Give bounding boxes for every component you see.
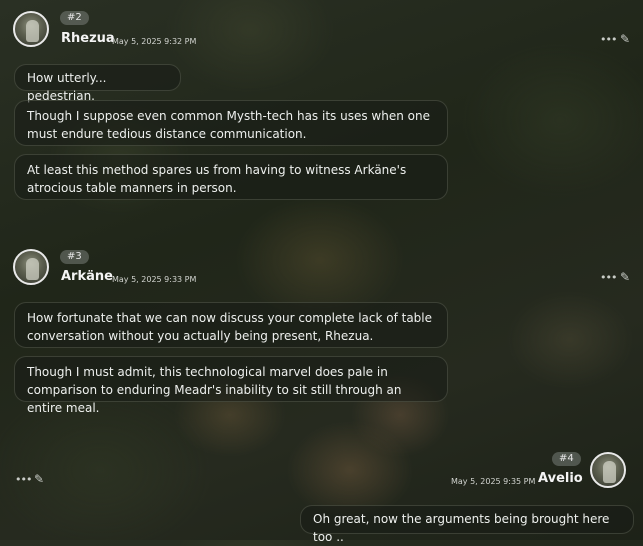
author-name[interactable]: Arkäne — [61, 269, 113, 284]
message-timestamp: May 5, 2025 9:33 PM — [112, 275, 197, 284]
message-timestamp: May 5, 2025 9:35 PM — [451, 477, 536, 486]
message-number-badge: #2 — [60, 11, 89, 25]
more-options-icon[interactable]: ••• — [600, 34, 617, 46]
avatar-avelio[interactable] — [590, 452, 626, 488]
author-name[interactable]: Rhezua — [61, 31, 115, 46]
message-bubble: At least this method spares us from havi… — [14, 154, 448, 200]
pencil-icon[interactable]: ✎ — [620, 271, 630, 283]
message-number-badge: #3 — [60, 250, 89, 264]
message-bubble: Though I must admit, this technological … — [14, 356, 448, 415]
pencil-icon[interactable]: ✎ — [34, 473, 44, 485]
more-options-icon[interactable]: ••• — [15, 474, 32, 486]
message-bubble: Though I suppose even common Mysth-tech … — [14, 100, 448, 146]
message-timestamp: May 5, 2025 9:32 PM — [112, 37, 197, 46]
message-bubble: How utterly... pedestrian. — [14, 64, 181, 103]
pencil-icon[interactable]: ✎ — [620, 33, 630, 45]
more-options-icon[interactable]: ••• — [600, 272, 617, 284]
message-bubble: How fortunate that we can now discuss yo… — [14, 302, 448, 348]
message-number-badge: #4 — [552, 452, 581, 466]
avatar-rhezua[interactable] — [13, 11, 49, 47]
message-bubble: Oh great, now the arguments being brough… — [300, 505, 634, 544]
avatar-arkane[interactable] — [13, 249, 49, 285]
author-name[interactable]: Avelio — [538, 471, 583, 486]
